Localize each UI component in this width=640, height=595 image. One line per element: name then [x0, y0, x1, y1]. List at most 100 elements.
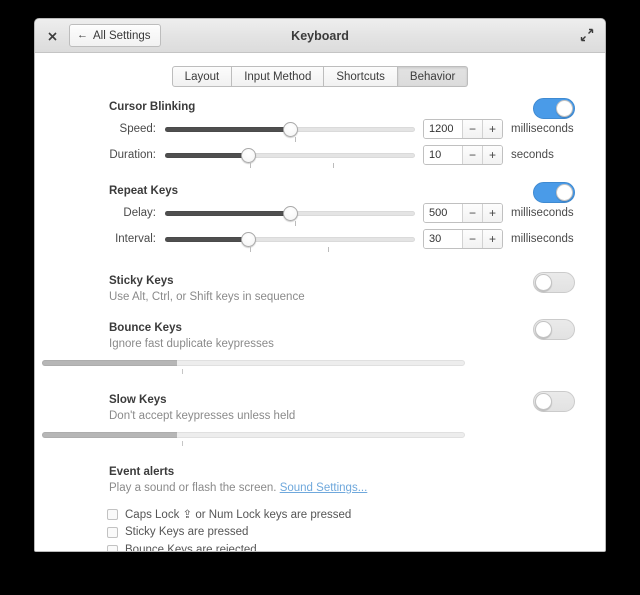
bounce-keys-slider[interactable] [42, 356, 465, 374]
repeat-keys-heading: Repeat Keys [109, 185, 179, 197]
toggle-knob [556, 100, 573, 117]
cursor-blinking-toggle[interactable] [533, 98, 575, 119]
slider-tick [250, 247, 251, 252]
interval-value[interactable]: 30 [424, 230, 462, 248]
toggle-knob [535, 274, 552, 291]
repeat-keys-interval-row: Interval: 30 − + milliseconds [109, 227, 575, 252]
duration-spinbutton[interactable]: 10 − + [423, 145, 503, 165]
slider-fill [165, 127, 290, 132]
slider-thumb[interactable] [283, 206, 298, 221]
toggle-knob [535, 393, 552, 410]
checkbox-row-bounce-keys[interactable]: Bounce Keys are rejected [107, 542, 575, 552]
slider-fill [165, 153, 248, 158]
interval-spinbutton[interactable]: 30 − + [423, 229, 503, 249]
interval-decrement-button[interactable]: − [462, 230, 482, 248]
duration-value[interactable]: 10 [424, 146, 462, 164]
duration-slider[interactable] [165, 145, 415, 168]
settings-content: Layout Input Method Shortcuts Behavior C… [35, 53, 605, 552]
repeat-keys-toggle[interactable] [533, 182, 575, 203]
slider-fill [165, 211, 290, 216]
behavior-panel: Cursor Blinking Speed: 1200 − + millisec… [35, 87, 605, 552]
event-alerts-description-row: Play a sound or flash the screen. Sound … [109, 482, 575, 494]
toggle-knob [556, 184, 573, 201]
checkbox-row-sticky-keys[interactable]: Sticky Keys are pressed [107, 524, 575, 540]
bounce-keys-toggle[interactable] [533, 319, 575, 340]
slider-tick [250, 163, 251, 168]
tab-behavior[interactable]: Behavior [397, 66, 469, 87]
section-cursor-blinking: Cursor Blinking [109, 98, 575, 119]
event-alerts-heading: Event alerts [109, 466, 175, 478]
delay-decrement-button[interactable]: − [462, 204, 482, 222]
event-alerts-description: Play a sound or flash the screen. [109, 482, 277, 494]
speed-decrement-button[interactable]: − [462, 120, 482, 138]
bounce-keys-description: Ignore fast duplicate keypresses [109, 338, 274, 350]
bounce-keys-alert-label: Bounce Keys are rejected [125, 544, 257, 552]
slow-keys-slider[interactable] [42, 428, 465, 446]
sticky-keys-checkbox[interactable] [107, 526, 118, 538]
speed-value[interactable]: 1200 [424, 120, 462, 138]
speed-slider[interactable] [165, 119, 415, 142]
speed-label: Speed: [119, 123, 156, 135]
caps-lock-checkbox[interactable] [107, 508, 118, 520]
bounce-keys-checkbox[interactable] [107, 544, 118, 551]
slow-keys-toggle[interactable] [533, 391, 575, 412]
slider-thumb[interactable] [240, 148, 256, 163]
duration-increment-button[interactable]: + [482, 146, 502, 164]
duration-unit: seconds [511, 149, 554, 161]
delay-increment-button[interactable]: + [482, 204, 502, 222]
section-event-alerts: Event alerts [109, 466, 575, 478]
tab-bar: Layout Input Method Shortcuts Behavior [35, 53, 605, 87]
slider-thumb[interactable] [240, 232, 256, 247]
slider-tick [327, 247, 329, 252]
cursor-blinking-speed-row: Speed: 1200 − + milliseconds [109, 117, 575, 142]
slider-tick [295, 221, 296, 226]
repeat-keys-delay-row: Delay: 500 − + milliseconds [109, 201, 575, 226]
slider-fill [42, 432, 178, 438]
slider-fill [165, 237, 248, 242]
interval-unit: milliseconds [511, 233, 574, 245]
delay-unit: milliseconds [511, 207, 574, 219]
window-titlebar: ← All Settings Keyboard [35, 19, 605, 53]
slider-fill [42, 360, 178, 366]
section-repeat-keys: Repeat Keys [109, 182, 575, 203]
toggle-knob [535, 321, 552, 338]
section-slow-keys: Slow Keys [109, 391, 575, 412]
cursor-blinking-duration-row: Duration: 10 − + seconds [109, 143, 575, 168]
tab-shortcuts[interactable]: Shortcuts [324, 66, 398, 87]
sound-settings-link[interactable]: Sound Settings... [280, 482, 368, 494]
interval-slider[interactable] [165, 229, 415, 252]
slider-tick [295, 137, 296, 142]
delay-spinbutton[interactable]: 500 − + [423, 203, 503, 223]
sticky-keys-heading: Sticky Keys [109, 275, 174, 287]
speed-spinbutton[interactable]: 1200 − + [423, 119, 503, 139]
sticky-keys-description: Use Alt, Ctrl, or Shift keys in sequence [109, 291, 305, 303]
duration-decrement-button[interactable]: − [462, 146, 482, 164]
interval-increment-button[interactable]: + [482, 230, 502, 248]
slider-thumb[interactable] [283, 122, 298, 137]
speed-increment-button[interactable]: + [482, 120, 502, 138]
section-bounce-keys: Bounce Keys [109, 319, 575, 340]
sticky-keys-alert-label: Sticky Keys are pressed [125, 526, 249, 538]
slider-tick [332, 163, 334, 168]
bounce-keys-heading: Bounce Keys [109, 322, 182, 334]
caps-lock-label: Caps Lock ⇪ or Num Lock keys are pressed [125, 509, 352, 521]
delay-value[interactable]: 500 [424, 204, 462, 222]
tab-layout[interactable]: Layout [171, 66, 233, 87]
delay-label: Delay: [123, 207, 156, 219]
slow-keys-description: Don't accept keypresses unless held [109, 410, 296, 422]
checkbox-row-caps-lock[interactable]: Caps Lock ⇪ or Num Lock keys are pressed [107, 506, 575, 522]
slider-tick [181, 441, 183, 446]
page-title: Keyboard [291, 29, 349, 43]
cursor-blinking-heading: Cursor Blinking [109, 101, 196, 113]
tab-input-method[interactable]: Input Method [232, 66, 325, 87]
maximize-icon[interactable] [580, 28, 596, 44]
delay-slider[interactable] [165, 203, 415, 226]
duration-label: Duration: [109, 149, 156, 161]
section-sticky-keys: Sticky Keys [109, 272, 575, 293]
interval-label: Interval: [115, 233, 156, 245]
speed-unit: milliseconds [511, 123, 574, 135]
slow-keys-heading: Slow Keys [109, 394, 167, 406]
slider-tick [181, 369, 183, 374]
sticky-keys-toggle[interactable] [533, 272, 575, 293]
keyboard-settings-window: ← All Settings Keyboard Layout Input Met… [34, 18, 606, 552]
